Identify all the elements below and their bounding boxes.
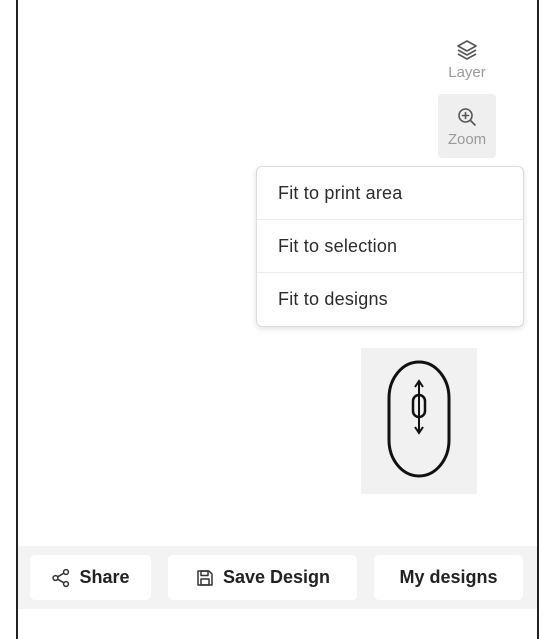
save-design-button[interactable]: Save Design [168,555,357,600]
zoom-tool-button[interactable]: Zoom [438,94,496,158]
layers-icon [455,38,479,62]
zoom-in-icon [455,105,479,129]
canvas-panel: Layer Zoom Fit to print area Fit to sele… [16,0,539,639]
editor-frame: Layer Zoom Fit to print area Fit to sele… [0,0,553,639]
layer-tool-button[interactable]: Layer [438,28,496,90]
my-designs-label: My designs [399,567,498,587]
bottom-action-bar: Share Save Design My designs [18,546,537,609]
save-design-label: Save Design [222,567,331,587]
menu-item-fit-print-area[interactable]: Fit to print area [257,167,523,220]
share-icon [51,568,71,588]
zoom-dropdown-menu: Fit to print area Fit to selection Fit t… [256,166,524,327]
mouse-scroll-hint [361,348,477,494]
share-button[interactable]: Share [30,555,151,600]
menu-item-fit-designs[interactable]: Fit to designs [257,273,523,326]
my-designs-button[interactable]: My designs [374,555,523,600]
mouse-scroll-icon [384,357,454,486]
menu-item-fit-selection[interactable]: Fit to selection [257,220,523,273]
share-button-label: Share [79,567,130,587]
save-icon [195,568,215,588]
layer-tool-label: Layer [448,63,486,81]
zoom-tool-label: Zoom [447,130,487,148]
